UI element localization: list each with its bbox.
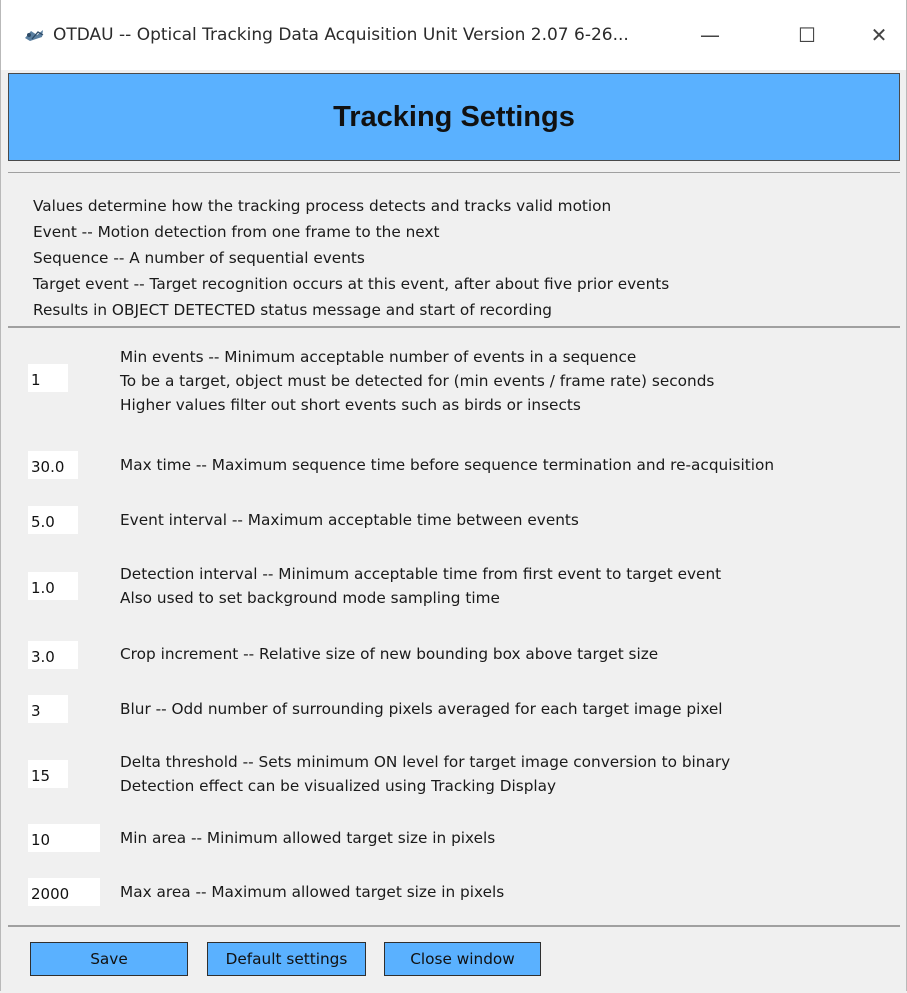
description-line: Blur -- Odd number of surrounding pixels… [120,700,723,718]
event-interval-input[interactable] [28,506,78,534]
app-icon [25,30,44,41]
info-line: Values determine how the tracking proces… [33,197,612,215]
info-line: Results in OBJECT DETECTED status messag… [33,301,553,319]
default-settings-button[interactable]: Default settings [207,942,366,976]
max-time-input[interactable] [28,451,78,479]
otdau-window: OTDAU -- Optical Tracking Data Acquisiti… [0,0,907,991]
description-line: Min area -- Minimum allowed target size … [120,829,496,847]
blur-description: Blur -- Odd number of surrounding pixels… [120,697,723,721]
info-line: Target event -- Target recognition occur… [33,275,670,293]
max-area-input[interactable] [28,878,100,906]
detection-interval-input[interactable] [28,572,78,600]
page-title: Tracking Settings [333,100,575,133]
info-panel: Values determine how the tracking proces… [8,172,900,328]
min-area-input[interactable] [28,824,100,852]
minimize-button[interactable]: — [677,0,743,70]
window-title: OTDAU -- Optical Tracking Data Acquisiti… [53,25,629,45]
description-line: To be a target, object must be detected … [120,372,715,390]
blur-input[interactable] [28,695,68,723]
info-line: Sequence -- A number of sequential event… [33,249,365,267]
description-line: Min events -- Minimum acceptable number … [120,348,637,366]
crop-increment-description: Crop increment -- Relative size of new b… [120,642,658,666]
min-area-description: Min area -- Minimum allowed target size … [120,826,495,850]
delta-threshold-description: Delta threshold -- Sets minimum ON level… [120,750,730,798]
header-banner: Tracking Settings [8,73,900,161]
title-bar[interactable]: OTDAU -- Optical Tracking Data Acquisiti… [1,0,906,70]
close-window-button[interactable]: ✕ [846,0,907,70]
close-window-button[interactable]: Close window [384,942,541,976]
description-line: Crop increment -- Relative size of new b… [120,645,659,663]
description-line: Delta threshold -- Sets minimum ON level… [120,753,731,771]
maximize-button[interactable]: ☐ [774,0,840,70]
description-line: Event interval -- Maximum acceptable tim… [120,511,579,529]
crop-increment-input[interactable] [28,641,78,669]
description-line: Max time -- Maximum sequence time before… [120,456,775,474]
delta-threshold-input[interactable] [28,760,68,788]
description-line: Higher values filter out short events su… [120,396,581,414]
min-events-description: Min events -- Minimum acceptable number … [120,345,714,417]
button-bar: Save Default settings Close window [8,925,900,993]
description-line: Max area -- Maximum allowed target size … [120,883,505,901]
min-events-input[interactable] [28,364,68,392]
max-area-description: Max area -- Maximum allowed target size … [120,880,504,904]
max-time-description: Max time -- Maximum sequence time before… [120,453,774,477]
info-line: Event -- Motion detection from one frame… [33,223,440,241]
description-line: Detection effect can be visualized using… [120,777,557,795]
save-button[interactable]: Save [30,942,188,976]
event-interval-description: Event interval -- Maximum acceptable tim… [120,508,579,532]
detection-interval-description: Detection interval -- Minimum acceptable… [120,562,721,610]
description-line: Detection interval -- Minimum acceptable… [120,565,722,583]
description-line: Also used to set background mode samplin… [120,589,500,607]
